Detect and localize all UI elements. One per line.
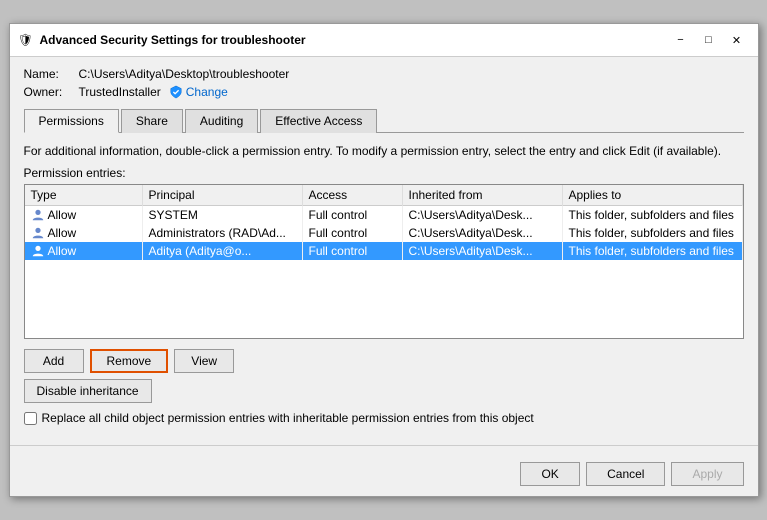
maximize-button[interactable]: □ [696, 30, 722, 50]
cell-applies: This folder, subfolders and files [562, 205, 742, 224]
shield-icon [169, 85, 183, 99]
cell-access: Full control [302, 242, 402, 260]
remove-button[interactable]: Remove [90, 349, 169, 373]
name-label: Name: [24, 67, 79, 81]
disable-inheritance-button[interactable]: Disable inheritance [24, 379, 152, 403]
col-principal: Principal [142, 185, 302, 206]
table-row[interactable]: Allow SYSTEM Full control C:\Users\Adity… [25, 205, 743, 224]
cell-type: Allow [25, 242, 143, 260]
ok-button[interactable]: OK [520, 462, 580, 486]
description-text: For additional information, double-click… [24, 143, 744, 160]
section-label: Permission entries: [24, 166, 744, 180]
tab-permissions[interactable]: Permissions [24, 109, 119, 133]
cell-type: Allow [25, 205, 143, 224]
permission-table-wrapper: Type Principal Access Inherited from App… [24, 184, 744, 339]
title-bar-controls: − □ ✕ [668, 30, 750, 50]
tab-effective-access[interactable]: Effective Access [260, 109, 377, 133]
cell-applies: This folder, subfolders and files [562, 242, 742, 260]
cell-applies: This folder, subfolders and files [562, 224, 742, 242]
window-icon: 🛡 [18, 32, 34, 48]
tab-auditing[interactable]: Auditing [185, 109, 258, 133]
title-bar: 🛡 Advanced Security Settings for trouble… [10, 24, 758, 57]
owner-name: TrustedInstaller [79, 85, 161, 99]
replace-checkbox-row: Replace all child object permission entr… [24, 411, 744, 425]
owner-value: TrustedInstaller Change [79, 85, 228, 99]
action-buttons-row: Add Remove View [24, 349, 744, 373]
name-row: Name: C:\Users\Aditya\Desktop\troublesho… [24, 67, 744, 81]
cell-principal: Aditya (Aditya@o... [142, 242, 302, 260]
change-label: Change [186, 85, 228, 99]
cell-inherited: C:\Users\Aditya\Desk... [402, 224, 562, 242]
view-button[interactable]: View [174, 349, 234, 373]
table-row[interactable]: Allow Aditya (Aditya@o... Full control C… [25, 242, 743, 260]
window-title: Advanced Security Settings for troublesh… [40, 33, 668, 47]
change-link[interactable]: Change [169, 85, 228, 99]
footer-buttons: OK Cancel Apply [10, 454, 758, 496]
user-icon [31, 226, 45, 240]
table-row[interactable]: Allow Administrators (RAD\Ad... Full con… [25, 224, 743, 242]
replace-checkbox[interactable] [24, 412, 37, 425]
replace-label: Replace all child object permission entr… [42, 411, 534, 425]
cell-access: Full control [302, 205, 402, 224]
col-applies: Applies to [562, 185, 742, 206]
owner-label: Owner: [24, 85, 79, 99]
user-icon [31, 208, 45, 222]
footer-divider [10, 445, 758, 446]
col-type: Type [25, 185, 143, 206]
col-inherited: Inherited from [402, 185, 562, 206]
cell-principal: SYSTEM [142, 205, 302, 224]
apply-button[interactable]: Apply [671, 462, 743, 486]
col-access: Access [302, 185, 402, 206]
add-button[interactable]: Add [24, 349, 84, 373]
permission-table: Type Principal Access Inherited from App… [25, 185, 743, 260]
tab-share[interactable]: Share [121, 109, 183, 133]
cancel-button[interactable]: Cancel [586, 462, 665, 486]
cell-inherited: C:\Users\Aditya\Desk... [402, 242, 562, 260]
close-button[interactable]: ✕ [724, 30, 750, 50]
owner-row: Owner: TrustedInstaller Change [24, 85, 744, 99]
cell-type: Allow [25, 224, 143, 242]
cell-principal: Administrators (RAD\Ad... [142, 224, 302, 242]
tabs-container: Permissions Share Auditing Effective Acc… [24, 109, 744, 133]
name-value: C:\Users\Aditya\Desktop\troubleshooter [79, 67, 290, 81]
permission-table-body: Allow SYSTEM Full control C:\Users\Adity… [25, 205, 743, 260]
content-area: Name: C:\Users\Aditya\Desktop\troublesho… [10, 57, 758, 435]
cell-access: Full control [302, 224, 402, 242]
cell-inherited: C:\Users\Aditya\Desk... [402, 205, 562, 224]
main-window: 🛡 Advanced Security Settings for trouble… [9, 23, 759, 497]
user-icon [31, 244, 45, 258]
minimize-button[interactable]: − [668, 30, 694, 50]
table-header-row: Type Principal Access Inherited from App… [25, 185, 743, 206]
